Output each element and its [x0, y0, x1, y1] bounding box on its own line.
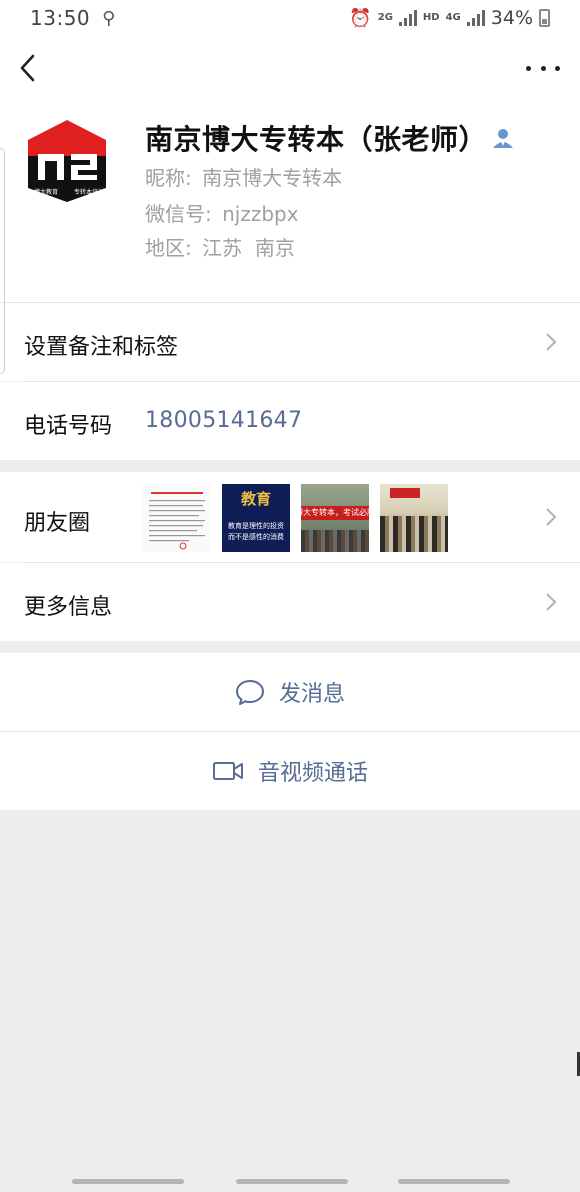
battery-icon — [539, 9, 550, 27]
moments-thumb-education-poster: 教育 教育是理性的投资 而不是感性的消费 — [222, 484, 290, 552]
nickname-value: 南京博大专转本 — [202, 166, 343, 190]
person-verified-icon — [493, 129, 514, 148]
status-time: 13:50 — [30, 6, 91, 30]
moments-row[interactable]: 朋友圈 教育 教育是理性的投资 而不是感性的消费 大专转本，考试必 — [0, 472, 580, 562]
region-value: 江苏 南京 — [202, 236, 295, 260]
nickname-row: 昵称: 南京博大专转本 — [145, 162, 342, 191]
moments-thumb-document — [143, 484, 211, 552]
chevron-right-icon — [546, 333, 557, 351]
nav-hint-right — [398, 1179, 510, 1184]
phone-label: 电话号码 — [24, 414, 113, 439]
phone-row: 电话号码 18005141647 — [0, 382, 580, 460]
avatar-tagline-left: 博大教育 — [34, 188, 58, 196]
chevron-right-icon — [546, 593, 557, 611]
nav-hint-center — [236, 1179, 348, 1184]
region-row: 地区: 江苏 南京 — [145, 232, 295, 261]
send-message-label: 发消息 — [278, 682, 345, 707]
usb-icon: ⚲ — [102, 7, 116, 29]
top-nav-bar — [0, 36, 580, 102]
avatar-tagline-right: 专转本培训 — [74, 188, 104, 196]
contact-name: 南京博大专转本（张老师） — [145, 123, 488, 156]
send-message-button[interactable]: 发消息 — [0, 653, 580, 731]
moments-thumb-outdoor-banner: 博大专转本，考试必胜 — [301, 484, 369, 552]
more-dots-icon — [526, 65, 531, 71]
contact-profile-page: 13:50 ⚲ ⏰ 2G HD 4G 34% 博大教育 专转本培训 南京博大专转… — [0, 0, 580, 1192]
nav-hint-left — [72, 1179, 184, 1184]
network-4g-label: 4G — [445, 12, 461, 23]
more-info-row[interactable]: 更多信息 — [0, 563, 580, 641]
status-indicators: ⏰ 2G HD 4G 34% — [349, 7, 550, 29]
region-label: 地区: — [145, 236, 192, 260]
brand-logo-icon: 博大教育 专转本培训 — [28, 120, 106, 202]
banner-text: 博大专转本，考试必胜 — [301, 506, 369, 520]
signal-icon — [466, 10, 485, 26]
video-call-button[interactable]: 音视频通话 — [0, 732, 580, 810]
moments-thumb-classroom — [380, 484, 448, 552]
side-edge-handle — [0, 148, 5, 374]
chat-bubble-icon — [235, 680, 264, 705]
avatar[interactable]: 博大教育 专转本培训 — [24, 118, 110, 204]
network-2g-label: 2G — [377, 12, 393, 23]
battery-percent: 34% — [490, 7, 533, 29]
status-bar: 13:50 ⚲ ⏰ 2G HD 4G 34% — [0, 0, 580, 36]
poster-line-2: 而不是感性的消费 — [228, 533, 284, 541]
wechat-id-value: njzzbpx — [222, 202, 299, 226]
name-row: 南京博大专转本（张老师） — [145, 118, 515, 158]
more-button[interactable] — [526, 56, 560, 80]
remark-label: 设置备注和标签 — [24, 335, 179, 360]
more-info-label: 更多信息 — [24, 595, 113, 620]
back-button[interactable] — [14, 50, 48, 86]
signal-icon — [398, 10, 417, 26]
chevron-right-icon — [546, 508, 557, 526]
poster-title: 教育 — [240, 490, 271, 508]
set-remark-tags-row[interactable]: 设置备注和标签 — [0, 303, 580, 381]
wechat-id-row: 微信号: njzzbpx — [145, 198, 299, 227]
chevron-left-icon — [20, 54, 35, 82]
hd-label: HD — [422, 12, 440, 23]
phone-number-link[interactable]: 18005141647 — [145, 408, 302, 433]
profile-header: 博大教育 专转本培训 南京博大专转本（张老师） 昵称: 南京博大专转本 微信号:… — [0, 102, 580, 302]
video-call-label: 音视频通话 — [257, 761, 368, 786]
video-camera-icon — [212, 762, 243, 780]
moments-label: 朋友圈 — [24, 511, 91, 536]
wechat-id-label: 微信号: — [145, 202, 212, 226]
nickname-label: 昵称: — [145, 166, 192, 190]
moments-thumbnails: 教育 教育是理性的投资 而不是感性的消费 博大专转本，考试必胜 — [143, 484, 448, 552]
poster-line-1: 教育是理性的投资 — [228, 522, 284, 530]
alarm-icon: ⏰ — [349, 7, 372, 29]
